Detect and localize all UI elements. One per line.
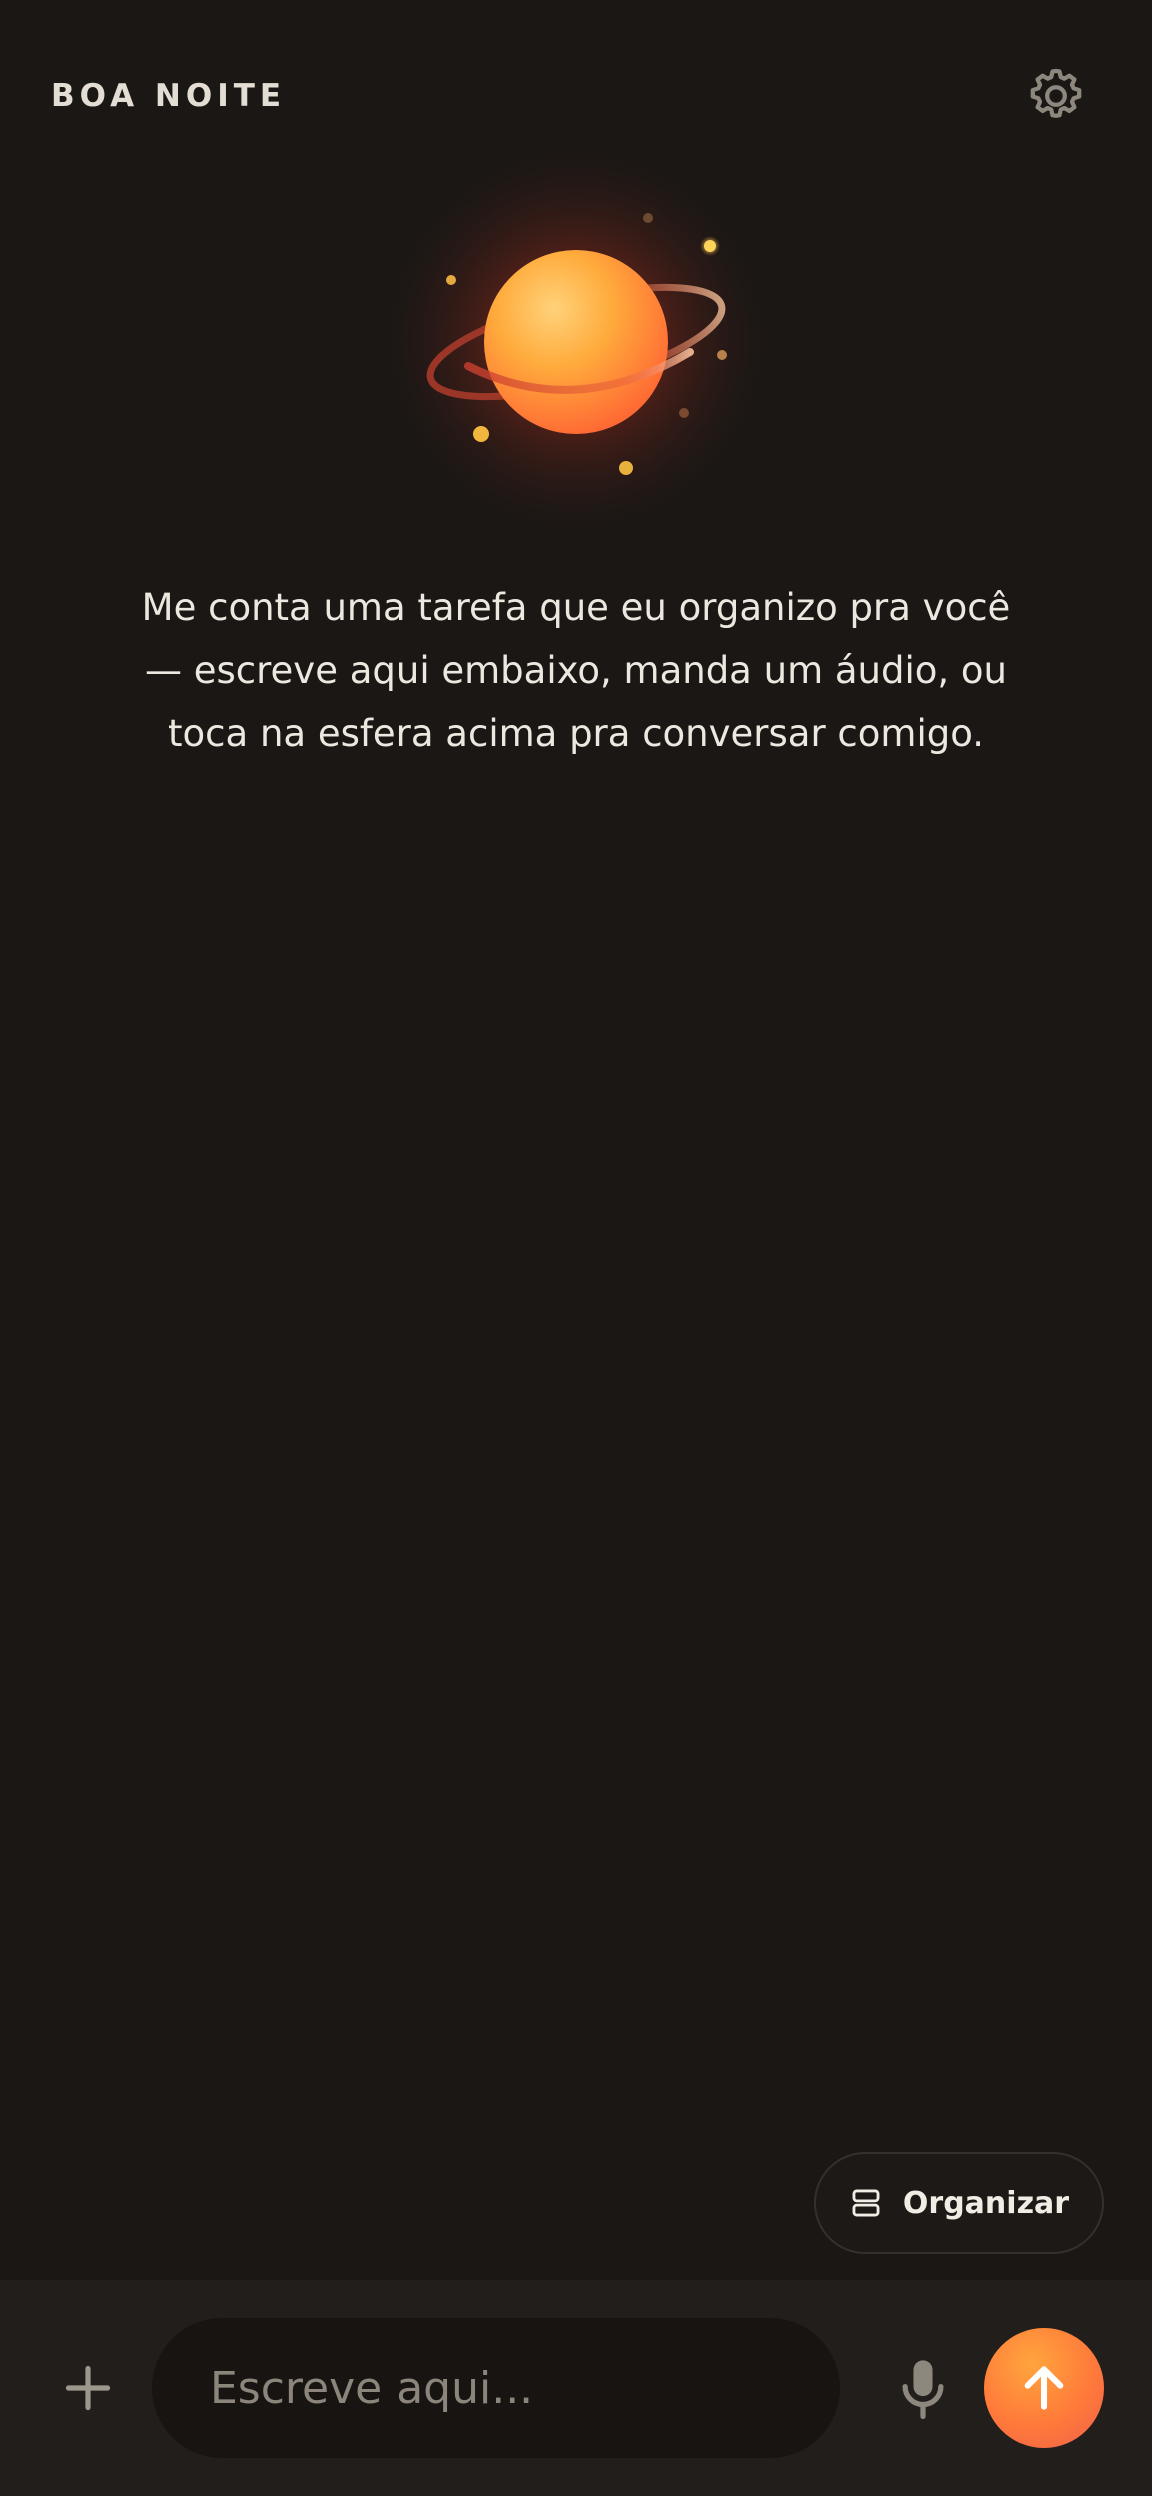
intro-message: Me conta uma tarefa que eu organizo pra …	[141, 586, 1011, 755]
plus-icon	[65, 2365, 111, 2411]
stacked-cards-icon	[852, 2189, 880, 2217]
microphone-icon	[902, 2360, 944, 2420]
organize-button[interactable]: Organizar	[814, 2152, 1104, 2254]
microphone-button[interactable]	[882, 2348, 964, 2430]
planet-orb-icon	[366, 130, 786, 550]
voice-sphere-button[interactable]	[356, 130, 796, 550]
gear-icon	[1030, 68, 1082, 118]
greeting-title: BOA NOITE	[51, 78, 287, 114]
add-attachment-button[interactable]	[48, 2348, 128, 2428]
arrow-up-icon	[1024, 2366, 1064, 2410]
message-input[interactable]	[152, 2318, 840, 2458]
send-button[interactable]	[984, 2328, 1104, 2448]
organize-label: Organizar	[902, 2185, 1070, 2221]
settings-button[interactable]	[1020, 60, 1092, 132]
